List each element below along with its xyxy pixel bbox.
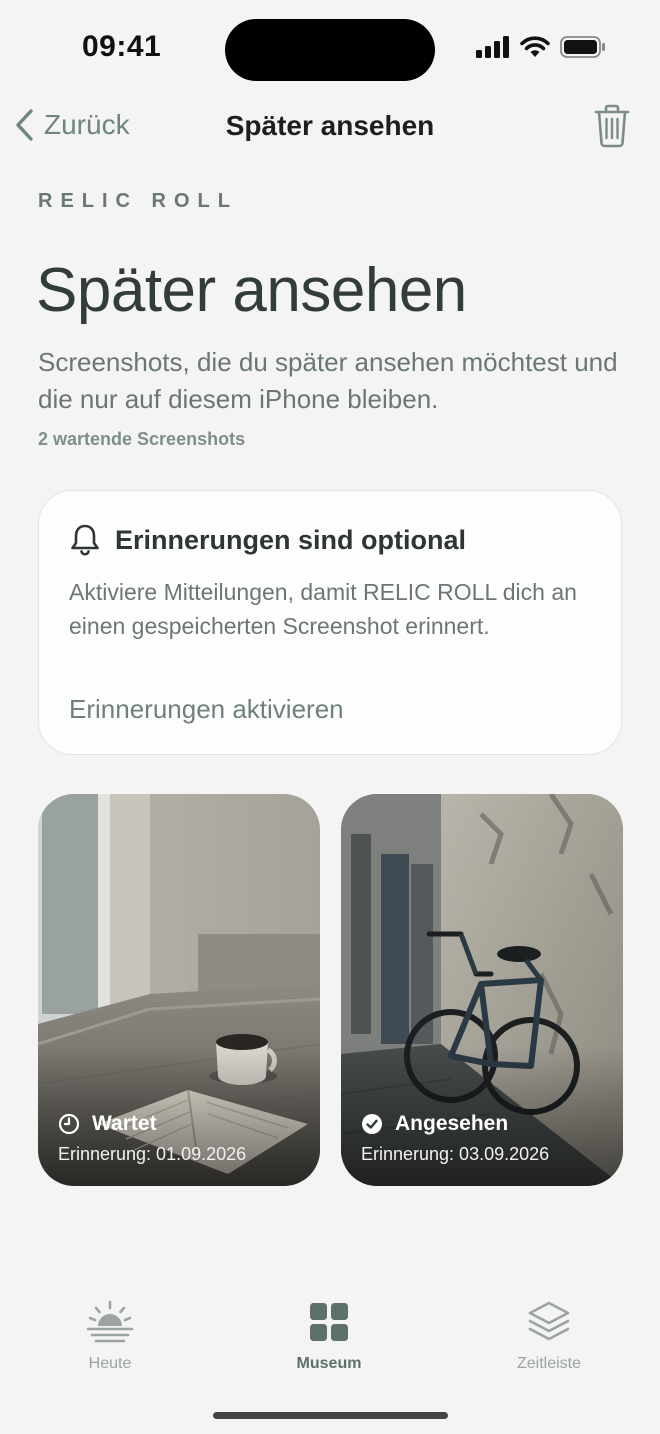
tab-heute[interactable]: Heute [50,1300,170,1373]
enable-reminders-button[interactable]: Erinnerungen aktivieren [69,694,344,725]
reminder-card-header: Erinnerungen sind optional [69,523,466,557]
tab-bar: Heute Museum Zeitleiste [0,1290,660,1390]
tile-status: Wartet [58,1112,157,1136]
reminder-card-body: Aktiviere Mitteilungen, damit RELIC ROLL… [69,579,577,639]
pending-count: 2 wartende Screenshots [38,429,246,449]
delete-button[interactable] [594,104,630,153]
tab-label-zeitleiste: Zeitleiste [516,1355,582,1372]
page-title: Später ansehen [36,256,467,325]
tab-zeitleiste[interactable]: Zeitleiste [489,1300,609,1373]
wifi-icon [520,36,550,57]
tile-reminder-date: Erinnerung: 03.09.2026 [361,1144,550,1164]
tab-label-museum: Museum [296,1355,362,1372]
screenshot-tile[interactable]: Angesehen Erinnerung: 03.09.2026 [341,794,623,1186]
screenshot-tile[interactable]: Wartet Erinnerung: 01.09.2026 [38,794,320,1186]
tile-status-label: Angesehen [395,1112,509,1135]
layers-icon [528,1301,570,1341]
status-bar: 09:41 [0,0,660,100]
battery-icon [560,36,605,58]
trash-icon [594,104,630,148]
home-indicator[interactable] [213,1412,448,1419]
status-icons [476,36,606,58]
cellular-signal-icon [476,36,509,58]
reminder-card-title: Erinnerungen sind optional [115,524,466,555]
sunrise-icon [86,1300,134,1343]
nav-title: Später ansehen [225,110,435,141]
grid-icon [310,1303,348,1341]
tile-status: Angesehen [361,1112,508,1136]
clock-icon [58,1113,80,1135]
checkmark-circle-icon [362,1114,382,1134]
brand-label: RELIC ROLL [38,190,238,212]
tab-label-heute: Heute [88,1355,132,1372]
bell-icon [71,524,99,556]
dynamic-island [225,19,435,81]
status-time: 09:41 [82,30,162,63]
reminder-card: Erinnerungen sind optional Aktiviere Mit… [38,490,622,755]
navigation-bar: Zurück Später ansehen [0,100,660,156]
tab-museum[interactable]: Museum [269,1300,389,1373]
tile-reminder-date: Erinnerung: 01.09.2026 [58,1144,247,1164]
page-subtitle: Screenshots, die du später ansehen möcht… [38,347,618,414]
tile-status-label: Wartet [92,1112,157,1135]
